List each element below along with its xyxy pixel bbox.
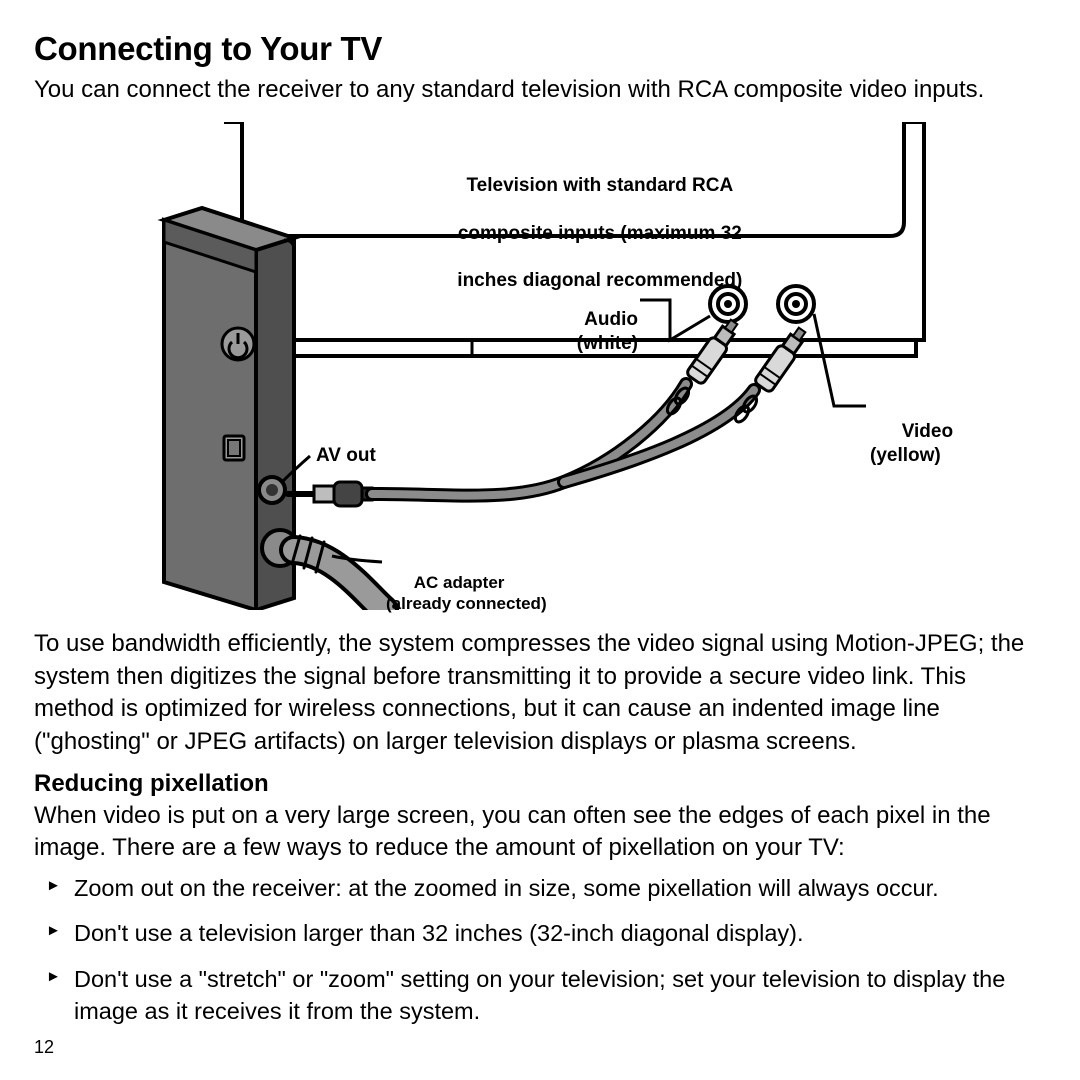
manual-page: Connecting to Your TV You can connect th…	[0, 0, 1080, 1080]
rca-video-jack	[778, 286, 814, 322]
ac-cable	[292, 536, 384, 610]
receiver-device	[164, 208, 298, 610]
avout-label: AV out	[316, 444, 376, 468]
list-item: Zoom out on the receiver: at the zoomed …	[42, 873, 1046, 919]
page-number: 12	[34, 1037, 54, 1058]
list-item: Don't use a "stretch" or "zoom" setting …	[42, 964, 1046, 1041]
power-icon	[222, 328, 254, 360]
av-out-plug	[288, 482, 372, 506]
sub-intro: When video is put on a very large screen…	[34, 800, 1046, 865]
video-label: Video(yellow)	[870, 396, 953, 491]
audio-label: Audio(white)	[542, 284, 638, 379]
subheading: Reducing pixellation	[34, 770, 1046, 798]
list-item: Don't use a television larger than 32 in…	[42, 918, 1046, 964]
ac-label: AC adapter(already connected)	[386, 550, 547, 635]
tips-list: Zoom out on the receiver: at the zoomed …	[34, 873, 1046, 1042]
card-slot-icon	[224, 436, 244, 460]
compression-paragraph: To use bandwidth efficiently, the system…	[34, 628, 1046, 758]
connection-diagram: Television with standard RCA composite i…	[134, 122, 974, 610]
section-heading: Connecting to Your TV	[34, 30, 1046, 68]
intro-paragraph: You can connect the receiver to any stan…	[34, 74, 1046, 106]
